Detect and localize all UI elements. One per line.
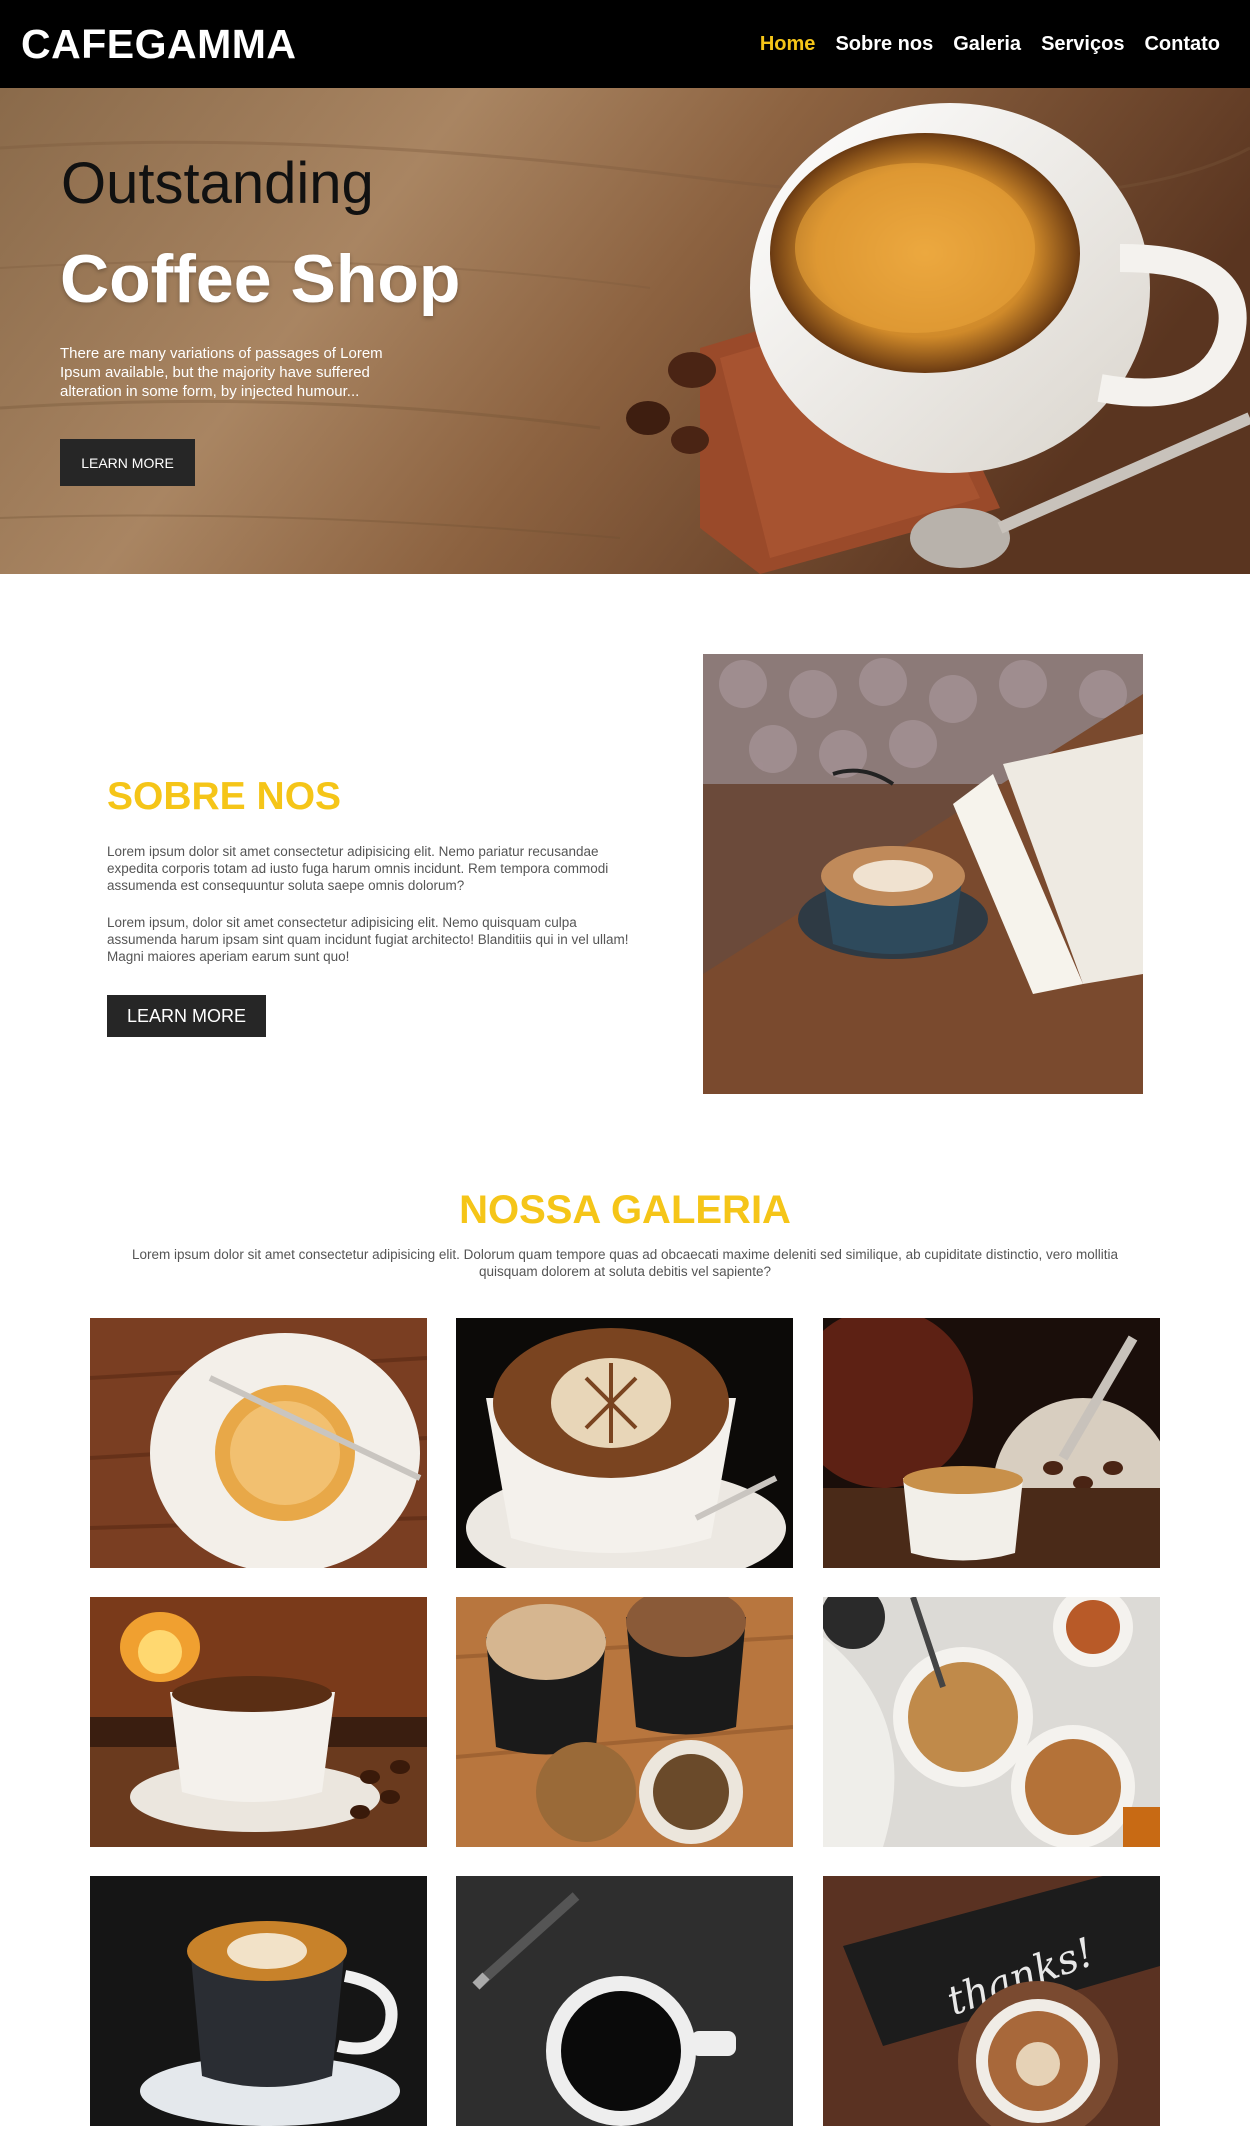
sobre-title: SOBRE NOS <box>107 775 342 818</box>
galeria-subtitle: Lorem ipsum dolor sit amet consectetur a… <box>132 1247 1118 1279</box>
gallery-image-9[interactable]: thanks! <box>823 1876 1160 2126</box>
brand-logo[interactable]: CAFEGAMMA <box>21 21 297 68</box>
gallery-image-2[interactable] <box>456 1318 793 1568</box>
gallery-image-3[interactable] <box>823 1318 1160 1568</box>
sobre-paragraph-2: Lorem ipsum, dolor sit amet consectetur … <box>107 915 629 964</box>
sobre-coffee-book-image <box>703 654 1143 1094</box>
nav-item-sobre-nos[interactable]: Sobre nos <box>835 33 933 56</box>
gallery-image-6[interactable] <box>823 1597 1160 1847</box>
gallery-image-1[interactable] <box>90 1318 427 1568</box>
hero-section: Outstanding Coffee Shop There are many v… <box>0 88 1250 574</box>
nav-item-servicos[interactable]: Serviços <box>1041 33 1124 56</box>
hero-learn-more-button[interactable]: LEARN MORE <box>60 439 195 486</box>
galeria-title: NOSSA GALERIA <box>459 1188 791 1232</box>
nav-item-contato[interactable]: Contato <box>1144 33 1220 56</box>
gallery-image-4[interactable] <box>90 1597 427 1847</box>
sobre-learn-more-button[interactable]: LEARN MORE <box>107 995 266 1037</box>
hero-description: There are many variations of passages of… <box>60 345 383 400</box>
nav-item-galeria[interactable]: Galeria <box>953 33 1021 56</box>
gallery-image-7[interactable] <box>90 1876 427 2126</box>
main-nav: Home Sobre nos Galeria Serviços Contato <box>740 33 1220 56</box>
navbar: CAFEGAMMA Home Sobre nos Galeria Serviço… <box>0 0 1250 88</box>
hero-title-line1: Outstanding <box>61 151 374 216</box>
nav-item-home[interactable]: Home <box>760 33 816 56</box>
sobre-paragraph-1: Lorem ipsum dolor sit amet consectetur a… <box>107 844 609 893</box>
hero-title-line2: Coffee Shop <box>60 241 461 317</box>
gallery-image-5[interactable] <box>456 1597 793 1847</box>
gallery-grid: thanks! <box>90 1318 1160 2154</box>
gallery-image-8[interactable] <box>456 1876 793 2126</box>
